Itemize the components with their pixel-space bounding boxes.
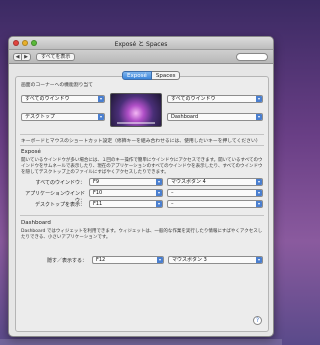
expose-title: Exposé <box>21 149 41 155</box>
divider <box>20 215 264 216</box>
tab-bar: Exposé Spaces <box>122 71 181 80</box>
desktop-dock <box>0 339 282 345</box>
chevron-down-icon: ▾ <box>157 257 163 263</box>
show-desktop-label: デスクトップを表示： <box>34 202 85 208</box>
show-all-button[interactable]: すべてを表示 <box>36 53 76 61</box>
dashboard-key-select[interactable]: F12 ▾ <box>92 256 164 264</box>
content-panel: 画面のコーナーへの機能割り当て すべてのウインドウ ▾ デスクトップ ▾ すべて… <box>15 76 269 332</box>
chevron-down-icon: ▾ <box>256 201 262 207</box>
show-desktop-mouse-value: – <box>171 201 174 207</box>
corner-bottom-left-select[interactable]: デスクトップ ▾ <box>21 113 105 121</box>
tab-expose[interactable]: Exposé <box>122 71 152 80</box>
dashboard-mouse-select[interactable]: マウスボタン 3 ▾ <box>168 256 263 264</box>
dashboard-title: Dashboard <box>21 220 51 226</box>
all-windows-mouse-value: マウスボタン 4 <box>171 179 206 185</box>
show-desktop-key-value: F11 <box>93 201 103 207</box>
expose-description: 開いているウインドウが多い場合には、１回のキー操作で簡単にウインドウにアクセスで… <box>21 158 263 175</box>
title-bar: Exposé と Spaces <box>9 37 273 50</box>
chevron-down-icon: ▾ <box>256 257 262 263</box>
show-desktop-key-select[interactable]: F11 ▾ <box>89 200 163 208</box>
help-button[interactable]: ? <box>253 316 262 325</box>
dashboard-description: Dashboard ではウィジェットを利用できます。ウィジェットは、一般的な作業… <box>21 229 263 240</box>
nav-buttons: ◀ ▶ <box>13 53 31 61</box>
corner-top-left-select[interactable]: すべてのウインドウ ▾ <box>21 95 105 103</box>
chevron-down-icon: ▾ <box>156 201 162 207</box>
chevron-down-icon: ▾ <box>256 190 262 196</box>
desktop-preview-image <box>110 93 162 127</box>
preview-dock <box>117 122 155 124</box>
app-windows-key-select[interactable]: F10 ▾ <box>89 189 163 197</box>
chevron-down-icon: ▾ <box>98 96 104 102</box>
all-windows-mouse-select[interactable]: マウスボタン 4 ▾ <box>167 178 263 186</box>
all-windows-key-select[interactable]: F9 ▾ <box>89 178 163 186</box>
window-title: Exposé と Spaces <box>114 41 168 48</box>
tab-spaces[interactable]: Spaces <box>151 71 181 80</box>
dashboard-key-value: F12 <box>96 257 106 263</box>
back-button[interactable]: ◀ <box>13 53 22 61</box>
divider <box>20 134 264 135</box>
corner-bottom-left-value: デスクトップ <box>25 114 56 120</box>
corner-bottom-right-value: Dashboard <box>171 114 199 120</box>
chevron-down-icon: ▾ <box>156 190 162 196</box>
search-input[interactable] <box>236 53 268 61</box>
hide-show-label: 隠す／表示する： <box>46 258 87 264</box>
all-windows-key-value: F9 <box>93 179 100 185</box>
dashboard-mouse-value: マウスボタン 3 <box>172 257 207 263</box>
corner-top-left-value: すべてのウインドウ <box>25 96 70 102</box>
show-desktop-mouse-select[interactable]: – ▾ <box>167 200 263 208</box>
app-windows-mouse-select[interactable]: – ▾ <box>167 189 263 197</box>
all-windows-label: すべてのウインドウ： <box>35 180 85 186</box>
app-windows-key-value: F10 <box>93 190 103 196</box>
shortcuts-heading: キーボードとマウスのショートカット設定（修飾キーを組み合わせるには、使用したいキ… <box>21 139 261 144</box>
divider <box>20 145 264 146</box>
chevron-down-icon: ▾ <box>156 179 162 185</box>
chevron-down-icon: ▾ <box>98 114 104 120</box>
toolbar: ◀ ▶ すべてを表示 <box>9 50 273 64</box>
app-windows-mouse-value: – <box>171 190 174 196</box>
corner-top-right-value: すべてのウインドウ <box>171 96 216 102</box>
corner-top-right-select[interactable]: すべてのウインドウ ▾ <box>167 95 263 103</box>
preferences-window: Exposé と Spaces ◀ ▶ すべてを表示 画面のコーナーへの機能割り… <box>8 36 274 337</box>
corner-bottom-right-select[interactable]: Dashboard ▾ <box>167 113 263 121</box>
corners-heading: 画面のコーナーへの機能割り当て <box>21 83 93 88</box>
chevron-down-icon: ▾ <box>256 179 262 185</box>
chevron-down-icon: ▾ <box>256 96 262 102</box>
forward-button[interactable]: ▶ <box>22 53 31 61</box>
chevron-down-icon: ▾ <box>256 114 262 120</box>
